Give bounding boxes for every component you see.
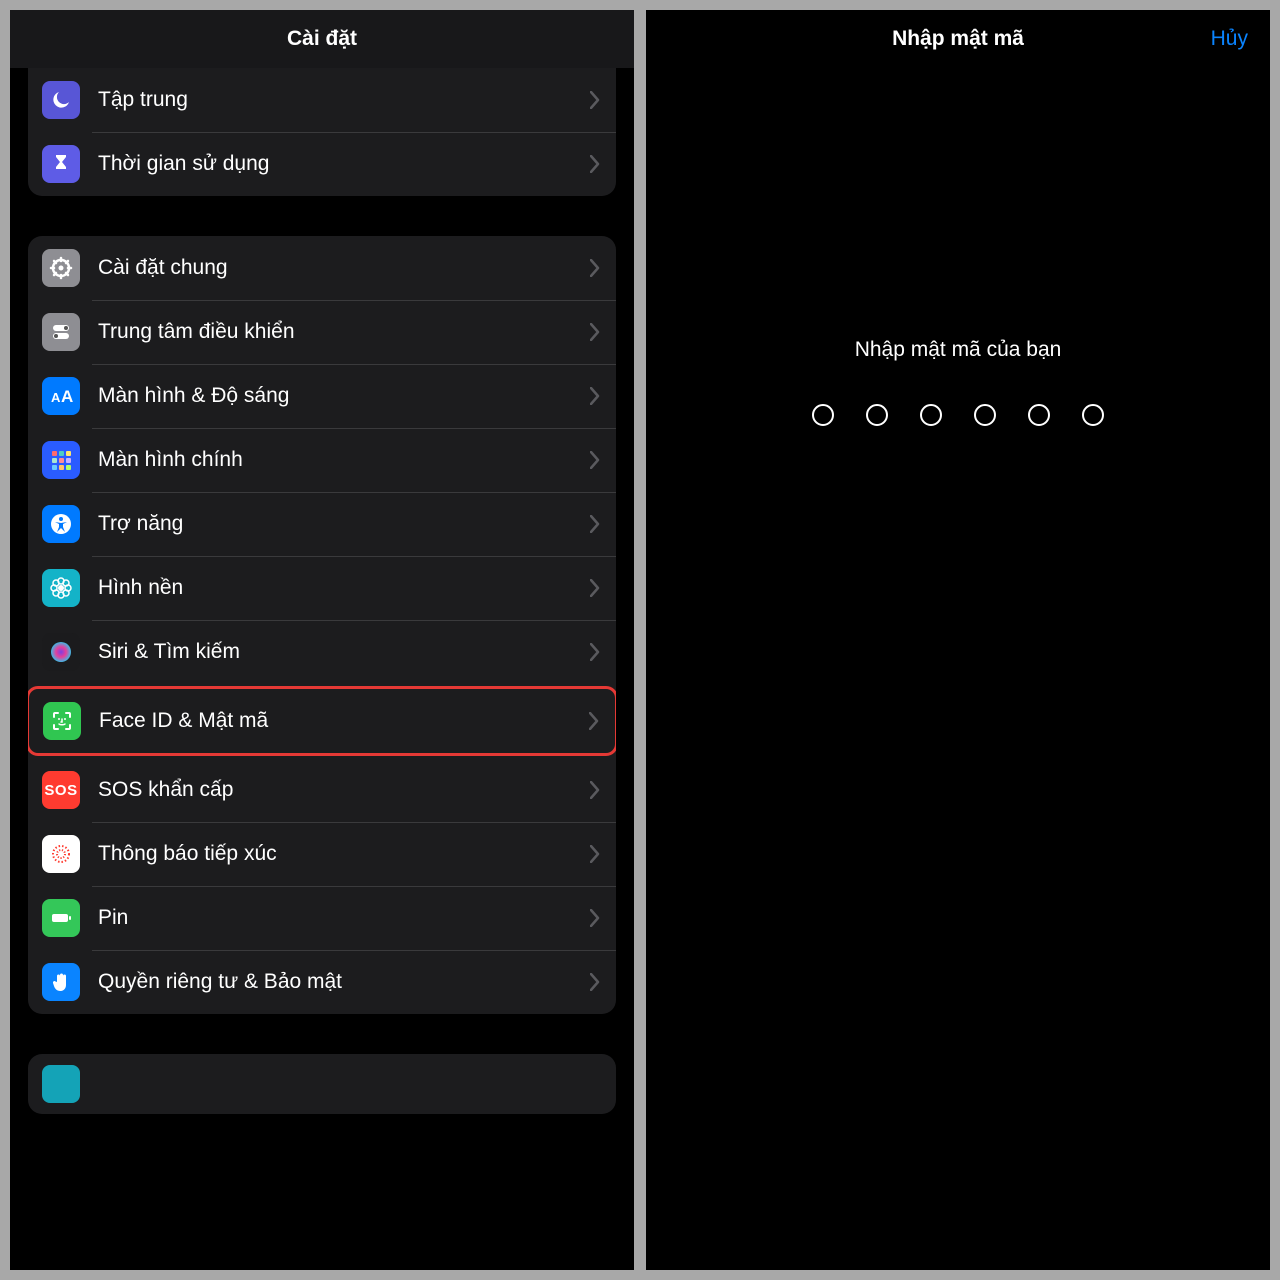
- passcode-prompt: Nhập mật mã của bạn: [855, 338, 1062, 362]
- settings-row-access[interactable]: Trợ năng: [28, 492, 616, 556]
- settings-row-label: Trợ năng: [98, 512, 590, 536]
- chevron-right-icon: [590, 909, 600, 927]
- passcode-dot: [974, 404, 996, 426]
- settings-row-display[interactable]: Màn hình & Độ sáng: [28, 364, 616, 428]
- hourglass-icon: [42, 145, 80, 183]
- highlight-faceid: Face ID & Mật mã: [28, 686, 616, 756]
- chevron-right-icon: [590, 643, 600, 661]
- settings-header: Cài đặt: [10, 10, 634, 68]
- hand-icon: [42, 963, 80, 1001]
- chevron-right-icon: [590, 973, 600, 991]
- settings-row-label: Màn hình & Độ sáng: [98, 384, 590, 408]
- sos-icon: SOS: [42, 771, 80, 809]
- settings-title: Cài đặt: [287, 27, 357, 51]
- exposure-icon: [42, 835, 80, 873]
- textsize-icon: [42, 377, 80, 415]
- settings-row-label: Trung tâm điều khiển: [98, 320, 590, 344]
- chevron-right-icon: [589, 712, 599, 730]
- settings-group-2: Cài đặt chung Trung tâm điều khiển Màn hìn…: [28, 236, 616, 1014]
- passcode-dot: [866, 404, 888, 426]
- passcode-header: Nhập mật mã Hủy: [646, 10, 1270, 68]
- settings-group-3-peek: [28, 1054, 616, 1114]
- chevron-right-icon: [590, 91, 600, 109]
- passcode-title: Nhập mật mã: [892, 27, 1024, 51]
- siri-icon: [42, 633, 80, 671]
- settings-row-faceid[interactable]: Face ID & Mật mã: [29, 689, 615, 753]
- flower-icon: [42, 569, 80, 607]
- settings-row-label: Thời gian sử dụng: [98, 152, 590, 176]
- settings-row-wallpaper[interactable]: Hình nền: [28, 556, 616, 620]
- settings-row-label: Hình nền: [98, 576, 590, 600]
- passcode-pane: Nhập mật mã Hủy Nhập mật mã của bạn: [646, 10, 1270, 1270]
- settings-group-1: Tập trung Thời gian sử dụng: [28, 68, 616, 196]
- chevron-right-icon: [590, 259, 600, 277]
- chevron-right-icon: [590, 515, 600, 533]
- settings-row-label: Quyền riêng tư & Bảo mật: [98, 970, 590, 994]
- battery-icon: [42, 899, 80, 937]
- passcode-dot: [920, 404, 942, 426]
- settings-row-label: Pin: [98, 906, 590, 930]
- faceid-icon: [43, 702, 81, 740]
- passcode-dots: [812, 404, 1104, 426]
- settings-row-label: Thông báo tiếp xúc: [98, 842, 590, 866]
- settings-row-label: Siri & Tìm kiếm: [98, 640, 590, 664]
- chevron-right-icon: [590, 323, 600, 341]
- gear-icon: [42, 249, 80, 287]
- peek-icon: [42, 1065, 80, 1103]
- passcode-body: Nhập mật mã của bạn: [646, 68, 1270, 426]
- settings-row-label: Face ID & Mật mã: [99, 709, 589, 733]
- apps-icon: [42, 441, 80, 479]
- chevron-right-icon: [590, 387, 600, 405]
- settings-row-focus[interactable]: Tập trung: [28, 68, 616, 132]
- settings-row-label: Cài đặt chung: [98, 256, 590, 280]
- settings-row-screentime[interactable]: Thời gian sử dụng: [28, 132, 616, 196]
- chevron-right-icon: [590, 451, 600, 469]
- accessibility-icon: [42, 505, 80, 543]
- settings-row-label: SOS khẩn cấp: [98, 778, 590, 802]
- moon-icon: [42, 81, 80, 119]
- settings-row-sos[interactable]: SOS SOS khẩn cấp: [28, 758, 616, 822]
- passcode-dot: [812, 404, 834, 426]
- settings-row-label: Màn hình chính: [98, 448, 590, 472]
- switches-icon: [42, 313, 80, 351]
- cancel-button[interactable]: Hủy: [1211, 27, 1248, 51]
- passcode-dot: [1082, 404, 1104, 426]
- settings-row-exposure[interactable]: Thông báo tiếp xúc: [28, 822, 616, 886]
- settings-row-privacy[interactable]: Quyền riêng tư & Bảo mật: [28, 950, 616, 1014]
- settings-row-home[interactable]: Màn hình chính: [28, 428, 616, 492]
- settings-row-battery[interactable]: Pin: [28, 886, 616, 950]
- passcode-dot: [1028, 404, 1050, 426]
- settings-pane: Cài đặt Tập trung Thời gian sử dụng Cài đ…: [10, 10, 634, 1270]
- settings-row-general[interactable]: Cài đặt chung: [28, 236, 616, 300]
- chevron-right-icon: [590, 781, 600, 799]
- chevron-right-icon: [590, 845, 600, 863]
- settings-row-control[interactable]: Trung tâm điều khiển: [28, 300, 616, 364]
- settings-row-siri[interactable]: Siri & Tìm kiếm: [28, 620, 616, 684]
- chevron-right-icon: [590, 579, 600, 597]
- chevron-right-icon: [590, 155, 600, 173]
- settings-scroll-area[interactable]: Tập trung Thời gian sử dụng Cài đặt chung…: [10, 68, 634, 1154]
- settings-row-label: Tập trung: [98, 88, 590, 112]
